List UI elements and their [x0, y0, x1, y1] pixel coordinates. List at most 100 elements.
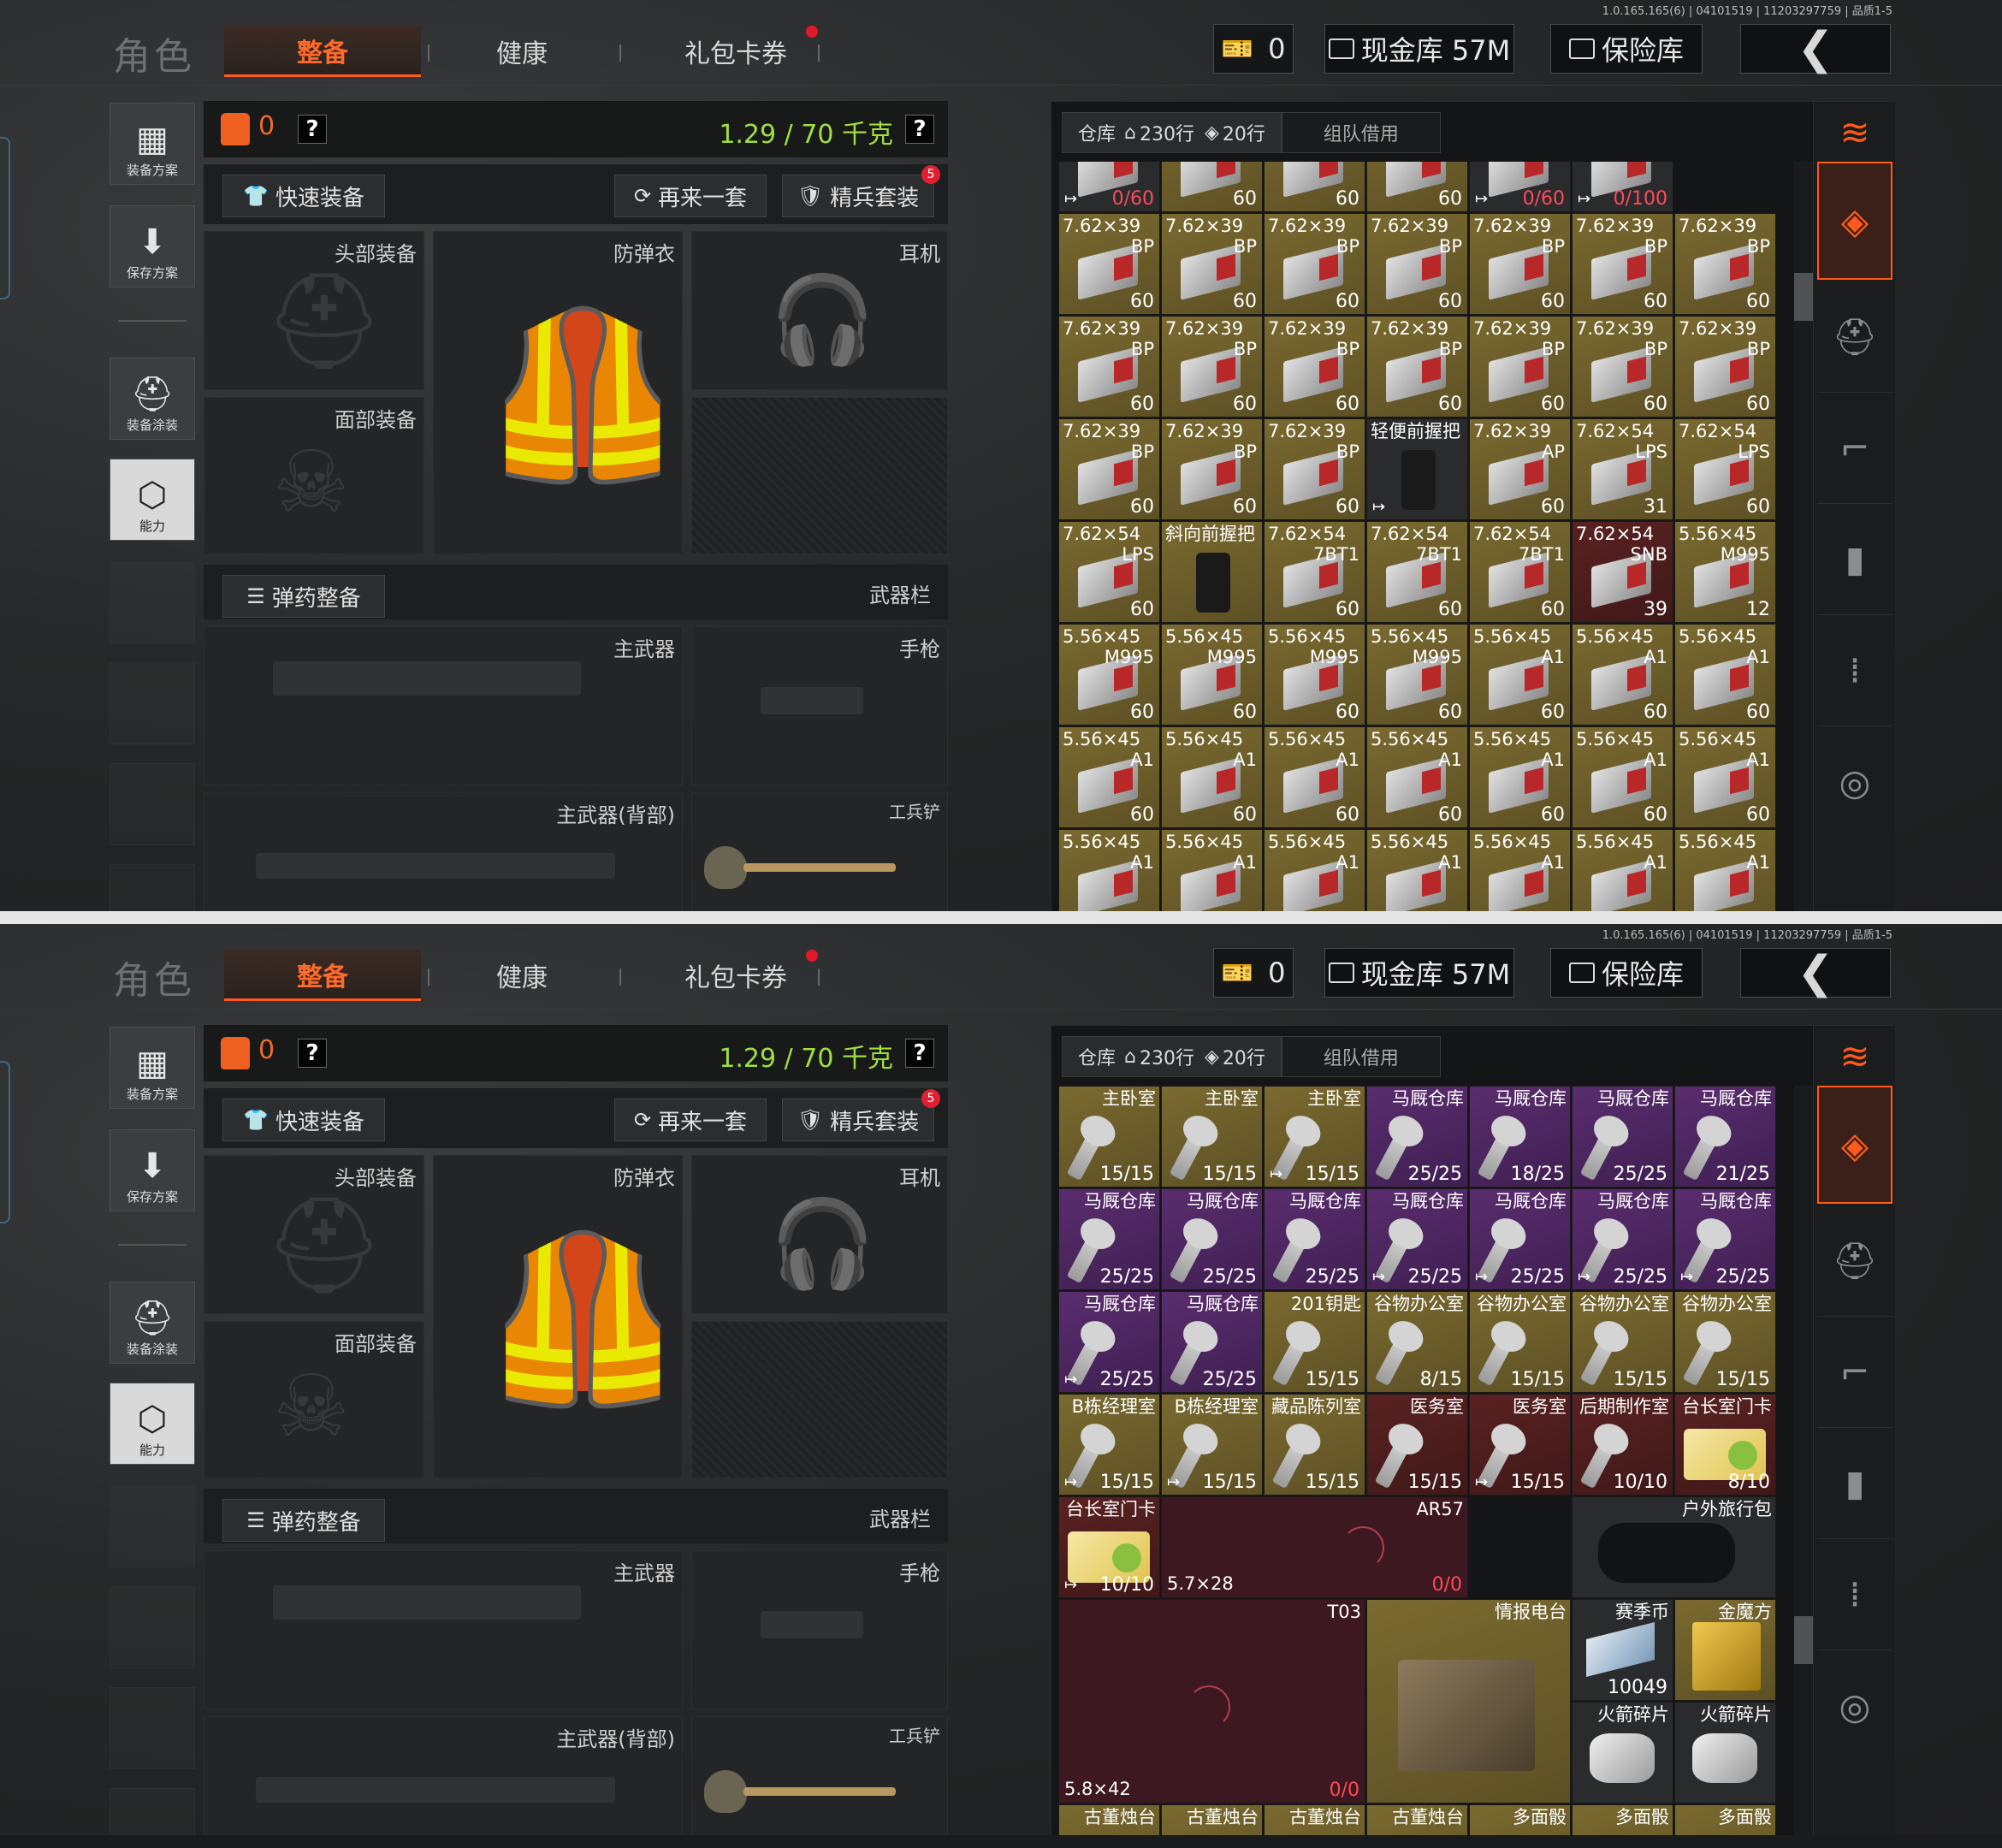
inventory-item[interactable]: 5.56×45 A1 60 [1366, 726, 1468, 828]
back-button[interactable]: ❮ [1740, 23, 1891, 74]
inventory-item[interactable]: 7.62×39 BP 60 [1058, 418, 1160, 520]
slot-melee[interactable]: 工兵铲 [691, 1716, 948, 1835]
inventory-item[interactable]: 主卧室 15/15 ↦ [1264, 1086, 1365, 1188]
inventory-item[interactable]: 7.62×39 BP 60 [1469, 316, 1571, 418]
rocket-fragment[interactable]: 火箭碎片 [1674, 1702, 1776, 1804]
magazine-ar57[interactable]: AR57 0/0 5.7×28 [1161, 1496, 1468, 1598]
inventory-item[interactable]: 7.62×39 BP 60 [1161, 213, 1263, 315]
nav-equip-plan[interactable]: ▦ 装备方案 [110, 1027, 195, 1109]
inventory-item[interactable]: 主卧室 15/15 [1161, 1086, 1263, 1188]
category-ammo-icon[interactable]: ⁞ [1817, 1539, 1892, 1650]
inventory-item[interactable]: 7.62×54 SNB 39 [1572, 521, 1673, 623]
nav-equip-skin[interactable]: ⛑ 装备涂装 [110, 1282, 195, 1364]
inventory-item[interactable]: 5.56×45 A1 60 [1264, 726, 1365, 828]
inventory-item[interactable]: B栋经理室 15/15 ↦ [1161, 1394, 1263, 1496]
slot-head[interactable]: 头部装备 ⛑ [204, 1155, 424, 1314]
category-helmet-icon[interactable]: ⛑ [1817, 281, 1892, 393]
inventory-item[interactable]: 5.56×45 A1 [1366, 829, 1468, 911]
inventory-item[interactable]: 古董烛台 [1161, 1804, 1263, 1835]
inventory-item[interactable]: 马厩仓库 18/25 [1469, 1086, 1571, 1188]
inventory-item[interactable]: 7.62×39 BP 60 [1469, 213, 1571, 315]
quick-equip-button[interactable]: 👕 快速装备 [222, 1099, 385, 1141]
tab-equip[interactable]: 整备 [224, 950, 421, 1001]
inventory-item[interactable]: 5.56×45 M995 60 [1264, 624, 1365, 726]
slot-back-weapon[interactable]: 主武器(背部) [204, 1716, 683, 1835]
tab-health[interactable]: 健康 [462, 26, 582, 77]
travel-backpack[interactable]: 户外旅行包 [1572, 1496, 1776, 1598]
nav-save-plan[interactable]: ⬇ 保存方案 [110, 1129, 195, 1211]
inventory-item[interactable]: 60 [1264, 162, 1365, 212]
inventory-item[interactable]: 5.56×45 A1 [1469, 829, 1571, 911]
inventory-item[interactable]: 马厩仓库 25/25 [1572, 1086, 1673, 1188]
inventory-item[interactable]: 轻便前握把 ↦ [1366, 418, 1468, 520]
inventory-item[interactable]: 医务室 15/15 ↦ [1469, 1394, 1571, 1496]
side-drawer-handle[interactable] [0, 137, 10, 299]
inventory-item[interactable]: 7.62×39 AP 60 [1469, 418, 1571, 520]
inventory-item[interactable]: 7.62×39 BP 60 [1674, 316, 1776, 418]
inventory-item[interactable]: 马厩仓库 25/25 [1058, 1188, 1160, 1290]
inventory-item[interactable]: 7.62×39 BP 60 [1058, 213, 1160, 315]
inventory-item[interactable]: 5.56×45 A1 60 [1572, 624, 1673, 726]
cash-vault-button[interactable]: 现金库 57M [1324, 948, 1514, 998]
slot-head[interactable]: 头部装备 ⛑ [204, 231, 424, 390]
inventory-item[interactable]: 多面骰 [1572, 1804, 1673, 1835]
slot-primary-weapon[interactable]: 主武器 [204, 1550, 683, 1709]
inventory-item[interactable]: 0/60 ↦ [1058, 162, 1160, 212]
inventory-item[interactable]: 谷物办公室 15/15 [1469, 1291, 1571, 1393]
weight-help-icon[interactable]: ? [905, 1039, 934, 1068]
inventory-item[interactable]: 5.56×45 M995 60 [1366, 624, 1468, 726]
inventory-item[interactable]: 马厩仓库 25/25 [1161, 1188, 1263, 1290]
inventory-item[interactable]: 台长室门卡 10/10 ↦ [1058, 1496, 1160, 1598]
inventory-item[interactable]: 7.62×54 7BT1 60 [1366, 521, 1468, 623]
inventory-item[interactable]: 60 [1161, 162, 1263, 212]
inventory-item[interactable]: 5.56×45 A1 60 [1572, 726, 1673, 828]
inventory-item[interactable]: 马厩仓库 25/25 ↦ [1572, 1188, 1673, 1290]
slot-pistol[interactable]: 手枪 [691, 626, 948, 785]
inventory-item[interactable]: 台长室门卡 8/10 [1674, 1394, 1776, 1496]
inventory-item[interactable]: 60 [1366, 162, 1468, 212]
inventory-item[interactable]: 7.62×54 LPS 60 [1058, 521, 1160, 623]
inventory-item[interactable]: 7.62×39 BP 60 [1264, 316, 1365, 418]
inventory-item[interactable]: 7.62×39 BP 60 [1161, 316, 1263, 418]
inventory-item[interactable]: 马厩仓库 25/25 ↦ [1058, 1291, 1160, 1393]
inventory-item[interactable]: 多面骰 [1674, 1804, 1776, 1835]
back-button[interactable]: ❮ [1740, 947, 1891, 998]
category-magazine-icon[interactable]: ▮ [1817, 1428, 1892, 1539]
inventory-item[interactable]: 7.62×39 BP 60 [1572, 316, 1673, 418]
inventory-item[interactable]: 5.56×45 A1 60 [1058, 726, 1160, 828]
inventory-item[interactable]: 马厩仓库 25/25 [1366, 1086, 1468, 1188]
inventory-item[interactable]: B栋经理室 15/15 ↦ [1058, 1394, 1160, 1496]
inventory-item[interactable]: 藏品陈列室 15/15 [1264, 1394, 1365, 1496]
inventory-item[interactable]: 马厩仓库 25/25 ↦ [1366, 1188, 1468, 1290]
inventory-item[interactable]: 7.62×39 BP 60 [1366, 316, 1468, 418]
slot-armor[interactable]: 防弹衣 🦺 [433, 231, 684, 554]
inventory-item[interactable]: 马厩仓库 25/25 ↦ [1674, 1188, 1776, 1290]
slot-pistol[interactable]: 手枪 [691, 1550, 948, 1709]
inventory-scrollbar[interactable] [1794, 162, 1813, 911]
cash-vault-button[interactable]: 现金库 57M [1324, 24, 1514, 74]
inventory-item[interactable]: 7.62×39 BP 60 [1674, 213, 1776, 315]
safe-vault-button[interactable]: 保险库 [1550, 24, 1703, 74]
tab-warehouse[interactable]: 仓库 ⌂ 230行 ◈ 20行 [1062, 1036, 1282, 1077]
weight-help-icon[interactable]: ? [905, 115, 934, 144]
inventory-item[interactable]: 5.56×45 A1 60 [1469, 624, 1571, 726]
inventory-item[interactable]: 7.62×54 LPS 60 [1674, 418, 1776, 520]
nav-equip-plan[interactable]: ▦ 装备方案 [110, 103, 195, 185]
slot-headset[interactable]: 耳机 🎧 [691, 231, 948, 390]
inventory-item[interactable]: 马厩仓库 25/25 ↦ [1469, 1188, 1571, 1290]
inventory-item[interactable]: 马厩仓库 25/25 [1161, 1291, 1263, 1393]
quick-equip-button[interactable]: 👕 快速装备 [222, 175, 385, 217]
slot-face[interactable]: 面部装备 ☠ [204, 397, 424, 554]
inventory-item[interactable]: 马厩仓库 25/25 [1264, 1188, 1365, 1290]
inventory-item[interactable]: 7.62×39 BP 60 [1366, 213, 1468, 315]
inventory-item[interactable]: 谷物办公室 15/15 [1572, 1291, 1673, 1393]
inventory-item[interactable]: 5.56×45 A1 [1058, 829, 1160, 911]
inventory-item[interactable]: 201钥匙 15/15 [1264, 1291, 1365, 1393]
retry-set-button[interactable]: ⟳ 再来一套 [614, 175, 767, 217]
category-magazine-icon[interactable]: ▮ [1817, 504, 1892, 615]
slot-armor[interactable]: 防弹衣 🦺 [433, 1155, 684, 1478]
tab-team-borrow[interactable]: 组队借用 [1281, 1036, 1441, 1077]
safe-vault-button[interactable]: 保险库 [1550, 948, 1703, 998]
slot-melee[interactable]: 工兵铲 [691, 792, 948, 911]
inventory-scrollbar[interactable] [1794, 1086, 1813, 1835]
